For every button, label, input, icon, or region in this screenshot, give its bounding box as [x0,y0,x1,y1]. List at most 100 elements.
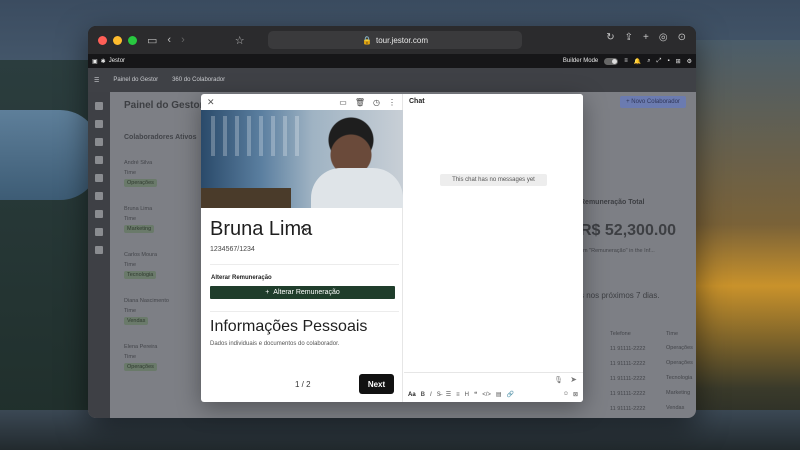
close-window-button[interactable] [98,35,107,45]
sidebar-icon-4[interactable] [95,156,103,164]
close-icon[interactable]: ✕ [207,97,215,108]
mouse-cursor-icon: ↖ [300,224,309,235]
sidebar-icon-7[interactable] [95,210,103,218]
new-tab-icon[interactable]: + [643,32,649,43]
section-title: Informações Pessoais [210,318,368,335]
empty-chat-message: This chat has no messages yet [440,174,547,186]
maximize-window-button[interactable] [128,35,137,45]
address-bar[interactable]: 🔒 tour.jestor.com [268,31,522,49]
breadcrumb-1[interactable]: Painel do Gestor [113,77,158,83]
strikethrough-icon[interactable]: S̶ [437,392,441,398]
upcoming-notice: s nos próximos 7 dias. [580,291,660,300]
history-icon[interactable]: ◷ [373,98,380,107]
downloads-icon[interactable]: ⊙ [678,32,686,43]
collaborator-row[interactable]: Bruna Lima Time Marketing [124,206,155,233]
alter-remuneration-label: Alterar Remuneração [211,275,272,281]
divider [210,264,399,265]
tab-title[interactable]: Jestor [109,58,125,64]
bullet-list-icon[interactable]: ☰ [446,391,451,398]
menu-icon[interactable]: ☰ [94,77,99,84]
team-column: Operações Operações Tecnologia Marketing Ven… [666,345,693,411]
sidebar-toggle-icon[interactable]: ▭ [147,34,157,47]
page-title: Painel do Gestor [124,100,204,111]
kpi-value: R$ 52,300.00 [580,222,677,239]
kpi-label: Remuneração Total [580,199,645,206]
format-toolbar: Aa B I S̶ ☰ ≡ H ❝ </> ▤ 🔗 ☺ ⊠ [404,387,583,402]
collaborator-row[interactable]: André Silva Time Operações [124,160,157,187]
numbered-list-icon[interactable]: ≡ [456,392,460,398]
next-button[interactable]: Next [359,374,394,394]
divider [210,311,399,312]
settings-icon[interactable]: ⚙ [687,58,692,65]
alter-remuneration-button[interactable]: + Alterar Remuneração [210,286,395,299]
builder-mode-label: Builder Mode [562,58,599,64]
sidebar-icon-8[interactable] [95,228,103,236]
share-icon[interactable]: ⇪ [625,32,633,43]
new-collaborator-button[interactable]: + Novo Colaborador [620,96,686,108]
app-icon: ▣ [92,58,98,65]
forward-icon[interactable]: › [181,34,185,46]
app-sidebar [88,92,110,418]
team-header: Time [666,331,679,337]
builder-mode-toggle[interactable] [604,57,619,65]
lock-icon: 🔒 [362,35,372,45]
bookmark-icon[interactable]: ☆ [235,34,245,47]
url-text: tour.jestor.com [375,35,428,45]
reload-icon[interactable]: ↻ [606,32,614,43]
filter-icon[interactable]: ≡ [624,58,628,64]
sidebar-icon-6[interactable] [95,192,103,200]
collaborator-row[interactable]: Diana Nascimento Time Vendas [124,298,169,325]
send-icon[interactable]: ➤ [570,375,577,384]
italic-icon[interactable]: I [430,392,432,398]
chat-panel: Chat This chat has no messages yet 🎙 ➤ A… [404,94,583,402]
phone-header: Telefone [610,331,631,337]
phone-column: 11 91111-2222 11 91111-2222 11 91111-2222 1… [610,346,646,412]
section-subtitle: Dados individuais e documentos do colabo… [210,341,340,347]
sidebar-icon-1[interactable] [95,102,103,110]
modal-toolbar: ✕ ▭ 🗑 ◷ ⋮ [201,94,402,110]
breadcrumb-2[interactable]: 360 do Colaborador [172,77,225,83]
chat-input[interactable]: 🎙 ➤ [404,372,583,386]
record-name: Bruna Lima [210,218,313,240]
avatar[interactable]: ▪ [667,58,669,64]
sidebar-icon-5[interactable] [95,174,103,182]
trash-icon[interactable]: 🗑 [355,98,365,107]
more-icon[interactable]: ⋮ [388,98,396,107]
jestor-logo-icon: ✱ [100,58,106,65]
grid-icon[interactable]: ⊞ [676,58,681,65]
pager: 1 / 2 [295,380,311,389]
plus-icon: + [265,289,270,296]
link-icon[interactable]: 🔗 [507,391,514,398]
text-style-button[interactable]: Aa [408,392,416,398]
record-panel: ✕ ▭ 🗑 ◷ ⋮ Bruna Lima 1234567/1234 Altera… [201,94,403,402]
browser-titlebar: ▭ ‹ › ☆ 🔒 tour.jestor.com ↻ ⇪ + ◎ ⊙ [88,26,696,54]
sidebar-icon-2[interactable] [95,120,103,128]
code-icon[interactable]: </> [482,392,491,398]
collaborator-row[interactable]: Carlos Moura Time Tecnologia [124,252,157,279]
app-topbar: ☰ Painel do Gestor 360 do Colaborador [88,68,696,92]
expand-icon[interactable]: ⤢ [657,58,662,65]
collaborator-row[interactable]: Elena Pereira Time Operações [124,344,157,371]
tab-strip: ▣ ✱ Jestor Builder Mode ≡ 🔔 ⌕ ⤢ ▪ ⊞ ⚙ [88,54,696,68]
sidebar-icon-9[interactable] [95,246,103,254]
mic-icon[interactable]: 🎙 [554,376,563,384]
attach-icon[interactable]: ⊠ [573,391,578,398]
extensions-icon[interactable]: ◎ [659,32,668,43]
emoji-icon[interactable]: ☺ [563,391,569,398]
collaborator-modal: ✕ ▭ 🗑 ◷ ⋮ Bruna Lima 1234567/1234 Altera… [201,94,583,402]
code-block-icon[interactable]: ▤ [496,391,502,398]
profile-photo [201,110,403,208]
back-icon[interactable]: ‹ [167,34,171,46]
sidebar-icon-3[interactable] [95,138,103,146]
active-collaborators-title: Colaboradores Ativos [124,134,197,141]
notifications-icon[interactable]: 🔔 [634,58,641,65]
quote-icon[interactable]: ❝ [474,391,477,398]
chat-icon[interactable]: ▭ [339,98,347,107]
heading-icon[interactable]: H [465,392,469,398]
kpi-sub: em "Remuneração" in the Inf... [580,248,655,254]
minimize-window-button[interactable] [113,35,122,45]
record-code: 1234567/1234 [210,246,255,253]
bold-icon[interactable]: B [421,392,425,398]
chat-title: Chat [409,98,425,105]
search-icon[interactable]: ⌕ [647,58,650,65]
